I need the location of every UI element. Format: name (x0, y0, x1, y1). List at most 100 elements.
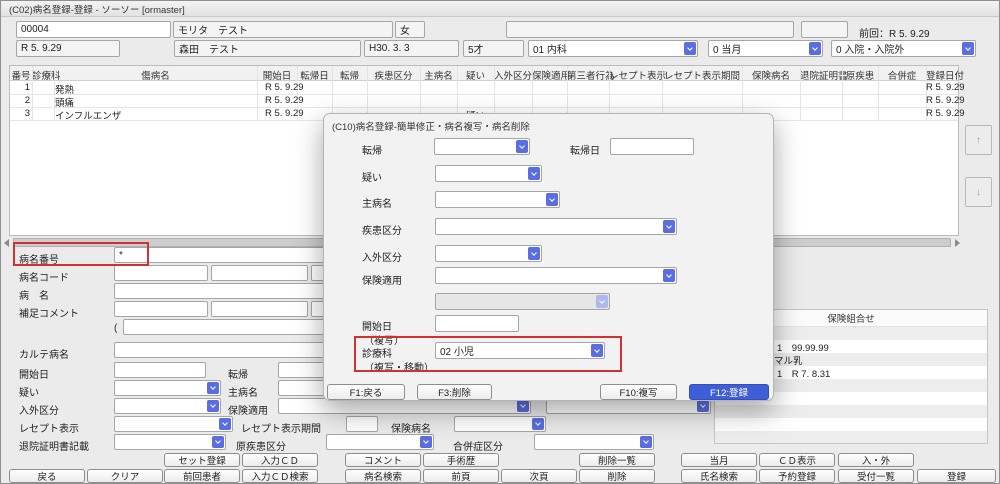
receipt-display-select[interactable] (114, 416, 233, 432)
arrow-down-icon: ↓ (976, 187, 981, 198)
month-select[interactable]: 0 当月 (708, 40, 823, 57)
cell-no: 3 (10, 108, 30, 119)
column-header-16: 原疾患 (842, 68, 878, 82)
supplement-comment-input-1[interactable] (114, 301, 208, 317)
chevron-down-icon[interactable] (809, 42, 821, 55)
modal-f3-delete-button[interactable]: F3:削除 (417, 384, 492, 400)
chevron-down-icon[interactable] (962, 42, 974, 55)
chevron-down-icon[interactable] (516, 140, 528, 153)
set-register-button[interactable]: セット登録 (164, 453, 240, 467)
modal-suspected-select[interactable] (435, 165, 542, 182)
modal-insurance-sub-select (435, 293, 610, 310)
scroll-up-button[interactable]: ↑ (965, 125, 992, 155)
suspected-select[interactable] (114, 380, 221, 396)
modal-department-label: 診療科 (362, 345, 392, 360)
supplement-comment-label: 補足コメント (19, 305, 79, 320)
name-search-button[interactable]: 氏名検索 (681, 469, 757, 483)
modal-start-date-input[interactable] (435, 315, 519, 332)
table-row[interactable]: 1発熱R 5. 9.29R 5. 9.29 (10, 81, 958, 94)
complication-class-select[interactable] (534, 434, 654, 450)
inout-class-select[interactable] (114, 398, 221, 414)
cell-registered: R 5. 9.29 (926, 82, 956, 93)
suspected-label: 疑い (19, 384, 39, 399)
reception-list-button[interactable]: 受付一覧 (838, 469, 914, 483)
modal-outcome-select[interactable] (434, 138, 530, 155)
reserve-register-button[interactable]: 予約登録 (759, 469, 835, 483)
prev-page-button[interactable]: 前頁 (423, 469, 499, 483)
disease-search-button[interactable]: 病名検索 (345, 469, 421, 483)
chevron-down-icon[interactable] (207, 382, 219, 394)
current-month-button[interactable]: 当月 (681, 453, 757, 467)
paren-label: ( (114, 323, 117, 334)
primary-disease-class-select[interactable] (326, 434, 434, 450)
scroll-left-icon[interactable] (4, 239, 9, 247)
disease-code-input-1[interactable] (114, 265, 208, 281)
chevron-down-icon[interactable] (663, 269, 675, 282)
chevron-down-icon[interactable] (207, 400, 219, 412)
chevron-down-icon[interactable] (420, 436, 432, 448)
disease-code-input-2[interactable] (211, 265, 308, 281)
chevron-down-icon[interactable] (517, 400, 529, 412)
clear-button[interactable]: クリア (87, 469, 163, 483)
cell-registered: R 5. 9.29 (926, 108, 956, 119)
modal-f12-register-button[interactable]: F12:登録 (689, 384, 769, 400)
chevron-down-icon[interactable] (684, 42, 696, 55)
column-header-6: 疾患区分 (367, 68, 420, 82)
previous-patient-button[interactable]: 前回患者 (164, 469, 240, 483)
back-button[interactable]: 戻る (9, 469, 85, 483)
column-header-9: 入外区分 (494, 68, 532, 82)
modal-department-select[interactable]: 02 小児 (435, 342, 605, 359)
supplement-comment-input-2[interactable] (211, 301, 308, 317)
cd-display-button[interactable]: ＣＤ表示 (759, 453, 835, 467)
comment-button[interactable]: コメント (345, 453, 421, 467)
receipt-period-input[interactable] (346, 416, 378, 432)
insurance-row[interactable]: 1 R 7. 8.31 (777, 366, 830, 379)
modal-f10-copy-button[interactable]: F10:複写 (600, 384, 677, 400)
inout-select[interactable]: 0 入院・入院外 (831, 40, 976, 57)
chevron-down-icon[interactable] (591, 344, 603, 357)
patient-kana-name-field: モリタ テスト (173, 21, 393, 38)
register-button[interactable]: 登録 (917, 469, 996, 483)
start-date-input[interactable] (114, 362, 206, 378)
chevron-down-icon[interactable] (219, 418, 231, 430)
scroll-down-button[interactable]: ↓ (965, 177, 992, 207)
disease-number-input[interactable]: * (114, 247, 331, 263)
table-row[interactable]: 2頭痛R 5. 9.29R 5. 9.29 (10, 94, 958, 107)
department-select[interactable]: 01 内科 (528, 40, 698, 57)
modal-main-disease-select[interactable] (435, 191, 560, 208)
column-header-2: 傷病名 (54, 68, 257, 82)
next-page-button[interactable]: 次頁 (501, 469, 577, 483)
modal-suspected-label: 疑い (362, 169, 382, 184)
chevron-down-icon[interactable] (528, 247, 540, 260)
chevron-down-icon[interactable] (532, 418, 544, 430)
chevron-down-icon[interactable] (640, 436, 652, 448)
chevron-down-icon[interactable] (528, 167, 540, 180)
cell-start: R 5. 9.29 (265, 108, 304, 119)
patient-id-field[interactable]: 00004 (16, 21, 171, 38)
input-cd-search-button[interactable]: 入力ＣＤ検索 (242, 469, 318, 483)
modal-disease-class-select[interactable] (435, 218, 677, 235)
input-cd-button[interactable]: 入力ＣＤ (242, 453, 318, 467)
in-out-button[interactable]: 入・外 (838, 453, 914, 467)
modal-outcome-date-input[interactable] (610, 138, 694, 155)
delete-list-button[interactable]: 削除一覧 (579, 453, 655, 467)
modal-insurance-apply-select[interactable] (435, 267, 677, 284)
insurance-row[interactable]: マル乳 (774, 353, 803, 366)
insurance-disease-select[interactable] (454, 416, 546, 432)
chevron-down-icon[interactable] (663, 220, 675, 233)
chevron-down-icon[interactable] (212, 436, 224, 448)
surgery-history-button[interactable]: 手術歴 (423, 453, 499, 467)
modal-f1-back-button[interactable]: F1:戻る (327, 384, 405, 400)
column-header-13: レセプト表示期間 (662, 68, 742, 82)
insurance-row[interactable]: 1 99.99.99 (777, 340, 829, 353)
chevron-down-icon[interactable] (546, 193, 558, 206)
chevron-down-icon[interactable] (697, 400, 709, 412)
disease-code-label: 病名コード (19, 269, 69, 284)
modal-main-disease-label: 主病名 (362, 195, 392, 210)
modal-inout-class-select[interactable] (435, 245, 542, 262)
delete-button[interactable]: 削除 (579, 469, 655, 483)
application-window: (C02)病名登録-登録 - ソーソー [ormaster] 00004 モリタ… (0, 0, 1000, 484)
receipt-display-label: レセプト表示 (19, 420, 79, 435)
scroll-right-icon[interactable] (955, 239, 960, 247)
discharge-certificate-select[interactable] (114, 434, 226, 450)
